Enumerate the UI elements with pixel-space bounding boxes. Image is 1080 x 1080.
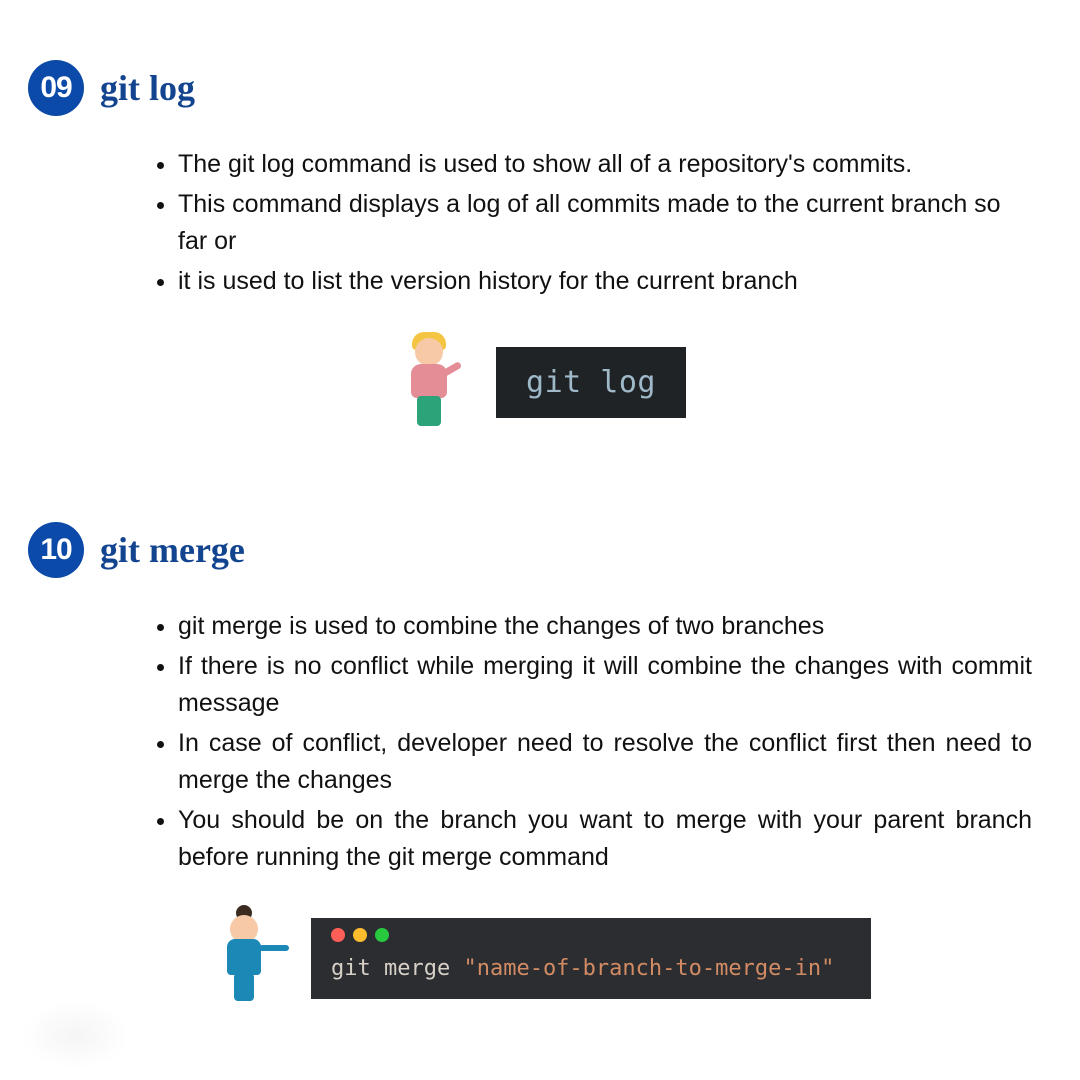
list-item: You should be on the branch you want to …: [178, 802, 1032, 877]
person-illustration-icon: [209, 909, 279, 1009]
list-item: In case of conflict, developer need to r…: [178, 725, 1032, 800]
list-item: If there is no conflict while merging it…: [178, 648, 1032, 723]
bullet-list: git merge is used to combine the changes…: [178, 608, 1032, 877]
maximize-dot-icon: [375, 928, 389, 942]
number-badge: 09: [28, 60, 84, 116]
person-illustration-icon: [394, 332, 464, 432]
window-traffic-lights-icon: [331, 928, 851, 942]
demo-row: git merge "name-of-branch-to-merge-in": [28, 909, 1052, 1009]
list-item: This command displays a log of all commi…: [178, 186, 1032, 261]
section-title: git log: [100, 67, 195, 109]
number-badge: 10: [28, 522, 84, 578]
terminal-argument: "name-of-branch-to-merge-in": [463, 956, 834, 981]
list-item: git merge is used to combine the changes…: [178, 608, 1032, 646]
section-git-log: 09 git log The git log command is used t…: [28, 60, 1052, 432]
close-dot-icon: [331, 928, 345, 942]
section-title: git merge: [100, 529, 245, 571]
section-git-merge: 10 git merge git merge is used to combin…: [28, 522, 1052, 1009]
section-header: 09 git log: [28, 60, 1052, 116]
list-item: it is used to list the version history f…: [178, 263, 1032, 301]
bullet-list: The git log command is used to show all …: [178, 146, 1032, 300]
demo-row: git log: [28, 332, 1052, 432]
decorative-blur-icon: [20, 1000, 130, 1070]
list-item: The git log command is used to show all …: [178, 146, 1032, 184]
terminal-command-line: git merge "name-of-branch-to-merge-in": [331, 956, 851, 981]
section-header: 10 git merge: [28, 522, 1052, 578]
terminal-snippet: git log: [496, 347, 686, 418]
terminal-command: git merge: [331, 956, 450, 981]
terminal-snippet: git merge "name-of-branch-to-merge-in": [311, 918, 871, 999]
minimize-dot-icon: [353, 928, 367, 942]
